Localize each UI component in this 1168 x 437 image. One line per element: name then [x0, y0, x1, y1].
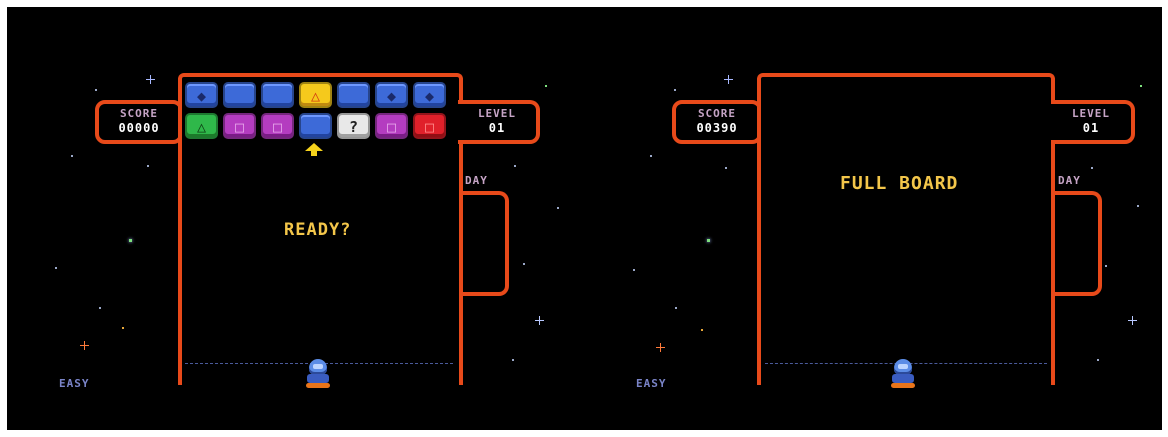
- star: [129, 239, 132, 242]
- full-board-message: FULL BOARD: [840, 173, 959, 194]
- difficulty-label: EASY: [636, 377, 667, 390]
- ready-message: READY?: [284, 220, 352, 240]
- level-value: 01: [1082, 121, 1100, 135]
- player-robot-icon: [889, 359, 917, 389]
- block: □: [261, 113, 294, 139]
- block: ◆: [185, 82, 218, 108]
- score-value: 00390: [696, 121, 738, 135]
- score-label: SCORE: [697, 107, 737, 120]
- star: [707, 239, 710, 242]
- star: [95, 89, 97, 91]
- star: [557, 207, 559, 209]
- column-cursor-stem: [311, 151, 317, 156]
- block-symbol: △: [310, 87, 321, 105]
- block-symbol: ◆: [196, 87, 207, 105]
- star: [1105, 265, 1107, 267]
- star: [147, 165, 149, 167]
- star: [545, 85, 547, 87]
- block-symbol: □: [386, 118, 397, 136]
- star: [514, 165, 516, 167]
- star: [1140, 85, 1142, 87]
- star: [71, 155, 73, 157]
- star: [122, 327, 124, 329]
- score-panel: SCORE 00000: [95, 100, 183, 144]
- star: [675, 307, 677, 309]
- block: □: [375, 113, 408, 139]
- star: [701, 329, 703, 331]
- block-symbol: □: [234, 118, 245, 136]
- block: [299, 113, 332, 139]
- block-symbol: □: [424, 118, 435, 136]
- day-label: DAY: [465, 174, 488, 187]
- level-label: LEVEL: [477, 107, 517, 120]
- day-meter: [459, 191, 509, 296]
- star: [523, 263, 525, 265]
- player-visor: [898, 364, 908, 369]
- player-body: [892, 374, 914, 383]
- block-symbol: ◆: [386, 87, 397, 105]
- player-feet: [891, 383, 915, 388]
- block: ?: [337, 113, 370, 139]
- star: [146, 75, 155, 84]
- block: ◆: [413, 82, 446, 108]
- score-value: 00000: [118, 121, 160, 135]
- star: [725, 167, 727, 169]
- star: [674, 89, 676, 91]
- level-panel: LEVEL 01: [1051, 100, 1135, 144]
- block-symbol: ◆: [424, 87, 435, 105]
- block: △: [299, 82, 332, 108]
- column-cursor-arrow-icon: [305, 143, 323, 151]
- difficulty-label: EASY: [59, 377, 90, 390]
- player-robot-icon: [304, 359, 332, 389]
- block: ◆: [375, 82, 408, 108]
- star: [656, 343, 665, 352]
- playfield: [757, 73, 1055, 385]
- block: [261, 82, 294, 108]
- block: [223, 82, 256, 108]
- player-feet: [306, 383, 330, 388]
- star: [1128, 316, 1137, 325]
- star: [99, 307, 101, 309]
- star: [1091, 167, 1093, 169]
- star: [55, 267, 57, 269]
- star: [80, 341, 89, 350]
- star: [512, 359, 514, 361]
- level-panel: LEVEL 01: [458, 100, 540, 144]
- score-label: SCORE: [119, 107, 159, 120]
- block-symbol: △: [196, 118, 207, 136]
- level-label: LEVEL: [1071, 107, 1111, 120]
- block: △: [185, 113, 218, 139]
- star: [650, 155, 652, 157]
- level-value: 01: [488, 121, 506, 135]
- day-label: DAY: [1058, 174, 1081, 187]
- player-body: [307, 374, 329, 383]
- star: [724, 75, 733, 84]
- block: □: [223, 113, 256, 139]
- block: □: [413, 113, 446, 139]
- block: [337, 82, 370, 108]
- score-panel: SCORE 00390: [672, 100, 762, 144]
- block-symbol: ?: [348, 118, 359, 136]
- day-meter: [1052, 191, 1102, 296]
- star: [1137, 205, 1139, 207]
- block-symbol: □: [272, 118, 283, 136]
- player-visor: [313, 364, 323, 369]
- star: [535, 316, 544, 325]
- star: [1097, 359, 1099, 361]
- star: [633, 269, 635, 271]
- game-screen: SCORE 00000 LEVEL 01 DAY ◆ △ ◆ ◆ △ □ □ ?…: [7, 7, 1162, 430]
